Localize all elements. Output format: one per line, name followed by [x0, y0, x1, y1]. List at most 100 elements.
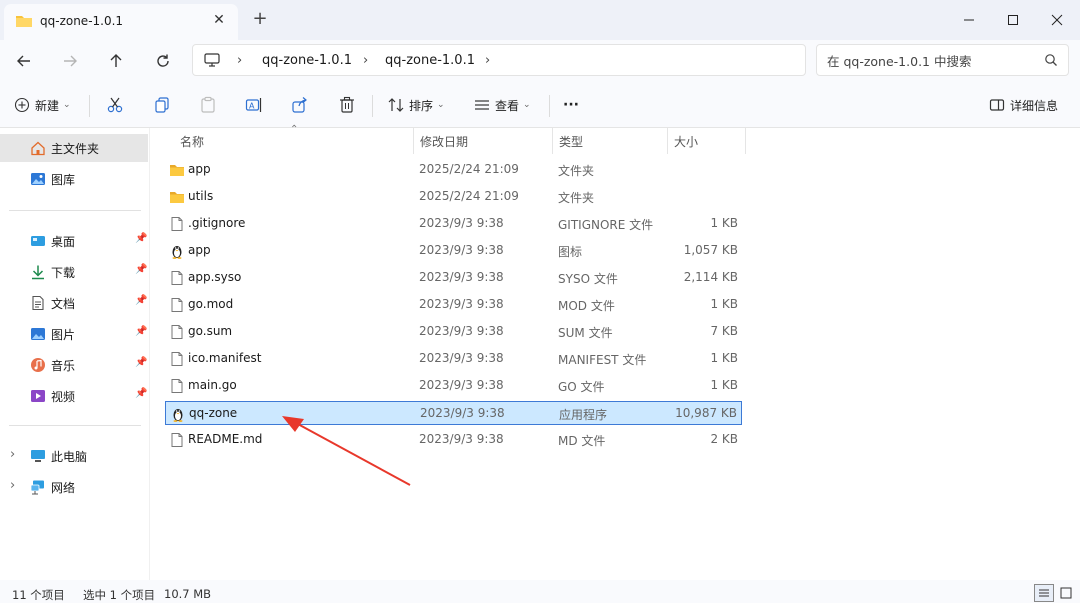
file-row[interactable]: README.md 2023/9/3 9:38 MD 文件 2 KB	[165, 428, 742, 452]
pin-icon[interactable]: 📌	[135, 295, 147, 306]
pin-icon[interactable]: 📌	[135, 326, 147, 337]
sidebar-item-videos[interactable]: 视频 📌	[0, 382, 148, 410]
file-row[interactable]: app 2023/9/3 9:38 图标 1,057 KB	[165, 239, 742, 263]
chevron-right-icon[interactable]: ›	[10, 447, 15, 462]
file-size: 1 KB	[710, 216, 738, 230]
address-bar[interactable]: › qq-zone-1.0.1 › qq-zone-1.0.1 ›	[192, 44, 806, 76]
column-divider[interactable]	[745, 128, 746, 154]
maximize-button[interactable]	[990, 0, 1036, 40]
file-icon	[169, 324, 185, 340]
delete-button[interactable]	[338, 92, 356, 118]
share-button[interactable]	[291, 92, 309, 118]
file-row[interactable]: utils 2025/2/24 21:09 文件夹	[165, 185, 742, 209]
view-label: 查看	[495, 98, 520, 113]
back-button[interactable]	[11, 48, 37, 74]
copy-button[interactable]	[153, 92, 171, 118]
details-pane-button[interactable]: 详细信息	[989, 92, 1058, 118]
file-date: 2023/9/3 9:38	[419, 216, 504, 230]
breadcrumb-item[interactable]: qq-zone-1.0.1	[385, 53, 475, 68]
search-box[interactable]	[816, 44, 1069, 76]
pin-icon[interactable]: 📌	[135, 388, 147, 399]
sidebar-item-label: 视频	[51, 390, 76, 404]
sidebar-item-this-pc[interactable]: › 此电脑	[0, 442, 148, 470]
up-button[interactable]	[103, 48, 129, 74]
cut-button[interactable]	[106, 92, 124, 118]
column-header-date[interactable]: 修改日期	[412, 128, 552, 154]
new-button[interactable]: 新建 ⌄	[14, 92, 71, 118]
file-row[interactable]: ico.manifest 2023/9/3 9:38 MANIFEST 文件 1 KB	[165, 347, 742, 371]
file-name: go.sum	[188, 324, 233, 338]
paste-button[interactable]	[199, 92, 217, 118]
paste-icon	[201, 96, 215, 113]
refresh-button[interactable]	[150, 48, 176, 74]
desktop-icon	[30, 233, 46, 249]
sidebar-item-home[interactable]: 主文件夹	[0, 134, 148, 162]
file-row[interactable]: app.syso 2023/9/3 9:38 SYSO 文件 2,114 KB	[165, 266, 742, 290]
file-list: ⌃ 名称 修改日期 类型 大小 app 2025/2/24 21:09 文件夹 uti…	[152, 124, 1080, 580]
column-header-size[interactable]: 大小	[666, 128, 746, 154]
sidebar-item-music[interactable]: 音乐 📌	[0, 351, 148, 379]
file-type: MANIFEST 文件	[558, 353, 647, 367]
rename-button[interactable]: A	[245, 92, 263, 118]
details-view-icon	[1039, 589, 1049, 597]
sort-icon	[388, 98, 404, 112]
tab-title: qq-zone-1.0.1	[40, 14, 124, 28]
file-type: MOD 文件	[558, 299, 615, 313]
file-name: README.md	[188, 432, 263, 446]
folder-icon	[15, 14, 33, 31]
sidebar-item-label: 此电脑	[51, 450, 88, 464]
tab-qq-zone[interactable]: qq-zone-1.0.1 ✕	[4, 4, 238, 40]
file-row[interactable]: go.sum 2023/9/3 9:38 SUM 文件 7 KB	[165, 320, 742, 344]
file-icon	[169, 432, 185, 448]
close-window-button[interactable]	[1034, 0, 1080, 40]
file-row[interactable]: go.mod 2023/9/3 9:38 MOD 文件 1 KB	[165, 293, 742, 317]
file-type: GITIGNORE 文件	[558, 218, 654, 232]
pin-icon[interactable]: 📌	[135, 233, 147, 244]
view-list-icon	[475, 100, 489, 110]
sort-label: 排序	[409, 98, 434, 113]
forward-button[interactable]	[57, 48, 83, 74]
sort-button[interactable]: 排序 ⌄	[388, 92, 445, 118]
sidebar-item-desktop[interactable]: 桌面 📌	[0, 227, 148, 255]
sidebar-item-label: 下载	[51, 266, 76, 280]
sidebar-item-gallery[interactable]: 图库	[0, 165, 148, 193]
file-row-selected[interactable]: qq-zone 2023/9/3 9:38 应用程序 10,987 KB	[165, 401, 742, 425]
file-row[interactable]: .gitignore 2023/9/3 9:38 GITIGNORE 文件 1 KB	[165, 212, 742, 236]
sidebar-item-downloads[interactable]: 下载 📌	[0, 258, 148, 286]
column-header-name[interactable]: 名称	[172, 128, 413, 154]
more-options-button[interactable]: ···	[563, 92, 579, 118]
file-date: 2023/9/3 9:38	[419, 243, 504, 257]
sidebar-item-documents[interactable]: 文档 📌	[0, 289, 148, 317]
documents-icon	[30, 295, 46, 311]
file-date: 2023/9/3 9:38	[420, 406, 505, 420]
chevron-right-icon[interactable]: ›	[10, 478, 15, 493]
minimize-button[interactable]	[946, 0, 992, 40]
column-header-type[interactable]: 类型	[551, 128, 667, 154]
pin-icon[interactable]: 📌	[135, 264, 147, 275]
sidebar-item-network[interactable]: › 网络	[0, 473, 148, 501]
breadcrumb-item[interactable]: qq-zone-1.0.1	[262, 53, 352, 68]
file-date: 2025/2/24 21:09	[419, 162, 519, 176]
chevron-right-icon[interactable]: ›	[363, 53, 368, 68]
sidebar-item-label: 文档	[51, 297, 76, 311]
folder-icon	[169, 162, 185, 178]
file-icon	[169, 378, 185, 394]
details-view-button[interactable]	[1034, 584, 1054, 602]
file-size: 1 KB	[710, 297, 738, 311]
pin-icon[interactable]: 📌	[135, 357, 147, 368]
search-input[interactable]	[827, 51, 1037, 71]
file-row[interactable]: main.go 2023/9/3 9:38 GO 文件 1 KB	[165, 374, 742, 398]
file-row[interactable]: app 2025/2/24 21:09 文件夹	[165, 158, 742, 182]
sidebar-item-label: 音乐	[51, 359, 76, 373]
close-tab-icon[interactable]: ✕	[210, 11, 228, 29]
file-type: GO 文件	[558, 380, 605, 394]
details-pane-icon	[989, 99, 1005, 111]
search-icon[interactable]	[1044, 53, 1058, 70]
chevron-right-icon[interactable]: ›	[485, 53, 490, 68]
new-tab-button[interactable]: +	[250, 9, 270, 29]
view-button[interactable]: 查看 ⌄	[474, 92, 531, 118]
tiles-view-button[interactable]	[1056, 584, 1076, 602]
sidebar-item-pictures[interactable]: 图片 📌	[0, 320, 148, 348]
penguin-icon	[169, 243, 185, 259]
file-size: 1,057 KB	[683, 243, 738, 257]
